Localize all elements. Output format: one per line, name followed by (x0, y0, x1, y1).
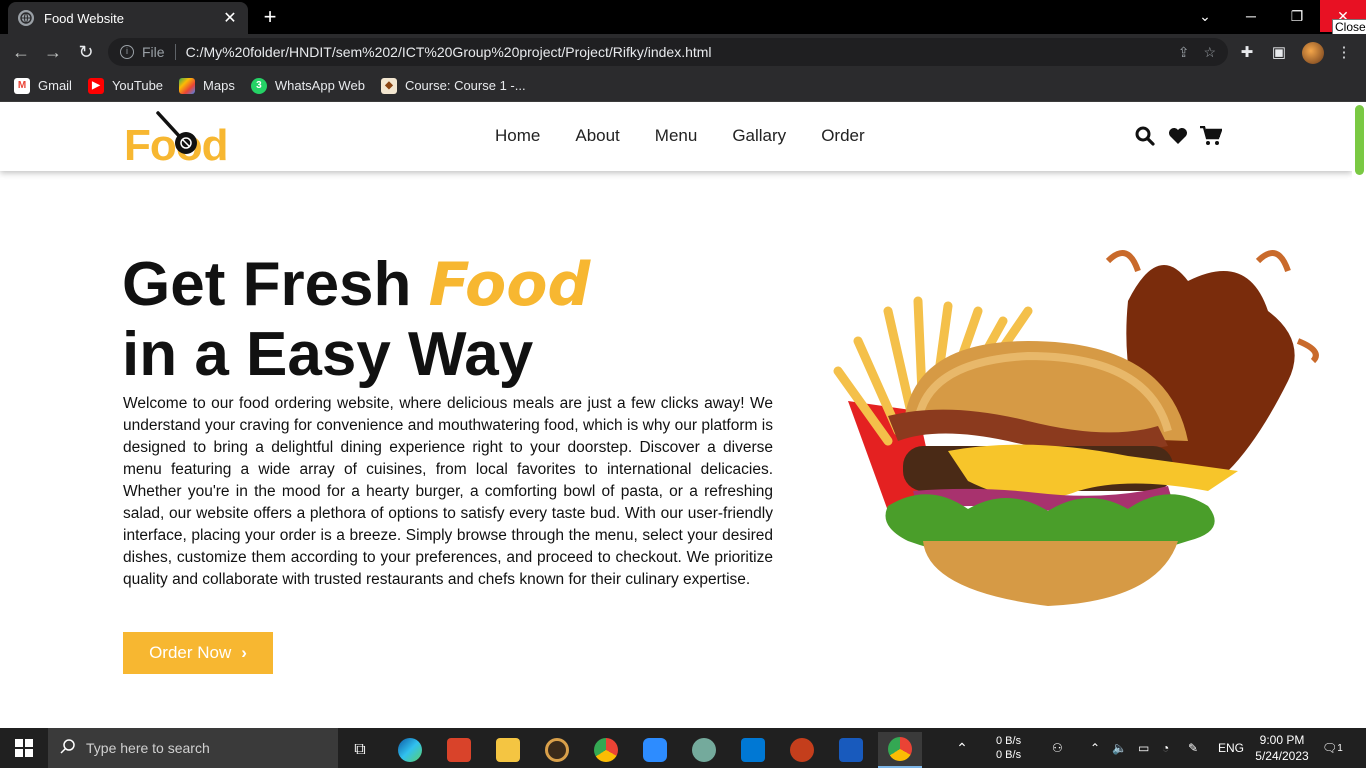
restore-button[interactable]: ❐ (1274, 0, 1320, 32)
task-view-icon[interactable]: ⧉ (338, 732, 382, 768)
notification-count: 1 (1337, 742, 1343, 754)
back-arrow-icon[interactable]: ← (10, 42, 32, 64)
globe-icon (18, 10, 34, 26)
browser-titlebar: Food Website ✕ + ⌄ ─ ❐ ✕ Close (0, 0, 1366, 36)
taskbar-search-placeholder: Type here to search (86, 740, 210, 756)
date: 5/24/2023 (1255, 749, 1309, 763)
chevron-right-icon: › (241, 643, 247, 662)
tab-search-icon[interactable]: ⌄ (1182, 0, 1228, 32)
nav-about[interactable]: About (575, 126, 619, 146)
bookmark-star-icon[interactable]: ☆ (1203, 44, 1216, 61)
net-up: 0 B/s (996, 735, 1022, 747)
youtube-icon: ▶ (87, 77, 104, 94)
bookmark-label: Gmail (38, 78, 72, 93)
hero-title-part1: Get Fresh (122, 250, 429, 319)
bookmark-youtube[interactable]: ▶ YouTube (87, 77, 164, 94)
search-icon (60, 738, 76, 759)
powerpoint-icon[interactable] (780, 732, 824, 768)
network-speed: 0 B/s 0 B/s (996, 734, 1021, 762)
tab-title: Food Website (44, 10, 124, 26)
nav-home[interactable]: Home (495, 126, 540, 146)
new-tab-button[interactable]: + (258, 5, 282, 29)
gmail-icon: M (14, 77, 30, 94)
windows-taskbar: Type here to search ⧉ ⌃ 0 B/s 0 B/s ⚇ ⌃ … (0, 728, 1366, 768)
burger-image (833, 250, 1319, 606)
media-app-icon[interactable] (535, 732, 579, 768)
heart-icon[interactable] (1167, 125, 1189, 147)
chatgpt-icon[interactable] (682, 732, 726, 768)
profile-avatar[interactable] (1302, 42, 1324, 64)
windows-start-icon[interactable] (0, 728, 48, 768)
bookmark-label: Maps (203, 78, 235, 93)
whatsapp-icon: 3 (250, 77, 267, 94)
maps-icon (179, 77, 196, 94)
main-nav: Home About Menu Gallary Order (495, 126, 900, 146)
time: 9:00 PM (1259, 733, 1305, 747)
browser-toolbar: ← → ↻ i File C:/My%20folder/HNDIT/sem%20… (0, 34, 1366, 70)
chrome-icon[interactable] (584, 732, 628, 768)
menu-kebab-icon[interactable]: ⋮ (1335, 43, 1353, 61)
bookmark-label: WhatsApp Web (274, 78, 365, 93)
extensions-icon[interactable]: ✚ (1238, 43, 1256, 61)
site-header: Food Home About Menu Gallary Order (0, 103, 1352, 171)
minimize-button[interactable]: ─ (1228, 0, 1274, 32)
header-icons (1134, 125, 1233, 147)
file-explorer-icon[interactable] (486, 732, 530, 768)
clock[interactable]: 9:00 PM 5/24/2023 (1252, 732, 1312, 764)
omnibox-divider (174, 44, 176, 60)
browser-tab[interactable]: Food Website ✕ (8, 2, 248, 34)
order-now-label: Order Now (149, 643, 232, 662)
bookmark-label: Course: Course 1 -... (404, 78, 526, 93)
nav-menu[interactable]: Menu (655, 126, 698, 146)
pen-icon[interactable]: ✎ (1188, 728, 1198, 768)
vscode-icon[interactable] (731, 732, 775, 768)
bookmark-maps[interactable]: Maps (179, 77, 235, 94)
scroll-thumb[interactable] (1355, 105, 1364, 175)
bookmark-whatsapp[interactable]: 3 WhatsApp Web (250, 77, 365, 94)
hero-title-accent: Food (428, 250, 591, 320)
share-icon[interactable]: ⇪ (1178, 44, 1190, 61)
power-app-icon[interactable] (437, 732, 481, 768)
bookmarks-bar: M Gmail ▶ YouTube Maps 3 WhatsApp Web ◆ … (0, 70, 1366, 102)
wifi-icon[interactable]: ◔ (1162, 728, 1169, 768)
people-icon[interactable]: ⚇ (1052, 728, 1063, 768)
screen: Food Website ✕ + ⌄ ─ ❐ ✕ Close ← → ↻ i F… (0, 0, 1366, 768)
search-icon[interactable] (1134, 125, 1156, 147)
battery-icon[interactable]: ▭ (1138, 728, 1149, 768)
info-icon[interactable]: i (120, 45, 134, 59)
page-viewport: Food Home About Menu Gallary Order (0, 103, 1352, 728)
url-text[interactable]: C:/My%20folder/HNDIT/sem%202/ICT%20Group… (186, 44, 1164, 60)
net-down: 0 B/s (996, 749, 1022, 761)
nav-gallary[interactable]: Gallary (732, 126, 786, 146)
address-bar[interactable]: i File C:/My%20folder/HNDIT/sem%202/ICT%… (108, 38, 1228, 66)
bookmark-gmail[interactable]: M Gmail (14, 77, 72, 94)
chrome-active-icon[interactable] (878, 732, 922, 768)
page-scrollbar[interactable] (1352, 103, 1366, 728)
hero-title-line2: in a Easy Way (122, 320, 534, 389)
bookmark-course[interactable]: ◆ Course: Course 1 -... (380, 77, 526, 94)
url-scheme: File (142, 44, 165, 60)
tab-close-icon[interactable]: ✕ (222, 8, 238, 28)
bookmark-label: YouTube (111, 78, 164, 93)
cart-icon[interactable] (1200, 125, 1222, 147)
reload-icon[interactable]: ↻ (75, 42, 97, 64)
site-logo[interactable]: Food (124, 109, 230, 170)
course-icon: ◆ (380, 77, 397, 94)
hero-title: Get Fresh Food in a Easy Way (122, 250, 590, 390)
zoom-icon[interactable] (633, 732, 677, 768)
forward-arrow-icon[interactable]: → (42, 42, 64, 64)
order-now-button[interactable]: Order Now › (123, 632, 273, 674)
taskbar-search-box[interactable]: Type here to search (48, 728, 338, 768)
side-panel-icon[interactable]: ▣ (1270, 43, 1288, 61)
show-hidden-icon[interactable]: ⌃ (1090, 728, 1100, 768)
word-icon[interactable] (829, 732, 873, 768)
tray-scroll-icon[interactable]: ⌃ (952, 728, 972, 768)
notification-icon[interactable]: 🗨 1 (1322, 728, 1343, 768)
volume-icon[interactable]: 🔈 (1112, 728, 1127, 768)
nav-order[interactable]: Order (821, 126, 864, 146)
hero-description: Welcome to our food ordering website, wh… (123, 395, 773, 588)
pan-icon (156, 111, 197, 154)
edge-icon[interactable] (388, 732, 432, 768)
language-indicator[interactable]: ENG (1218, 728, 1244, 768)
